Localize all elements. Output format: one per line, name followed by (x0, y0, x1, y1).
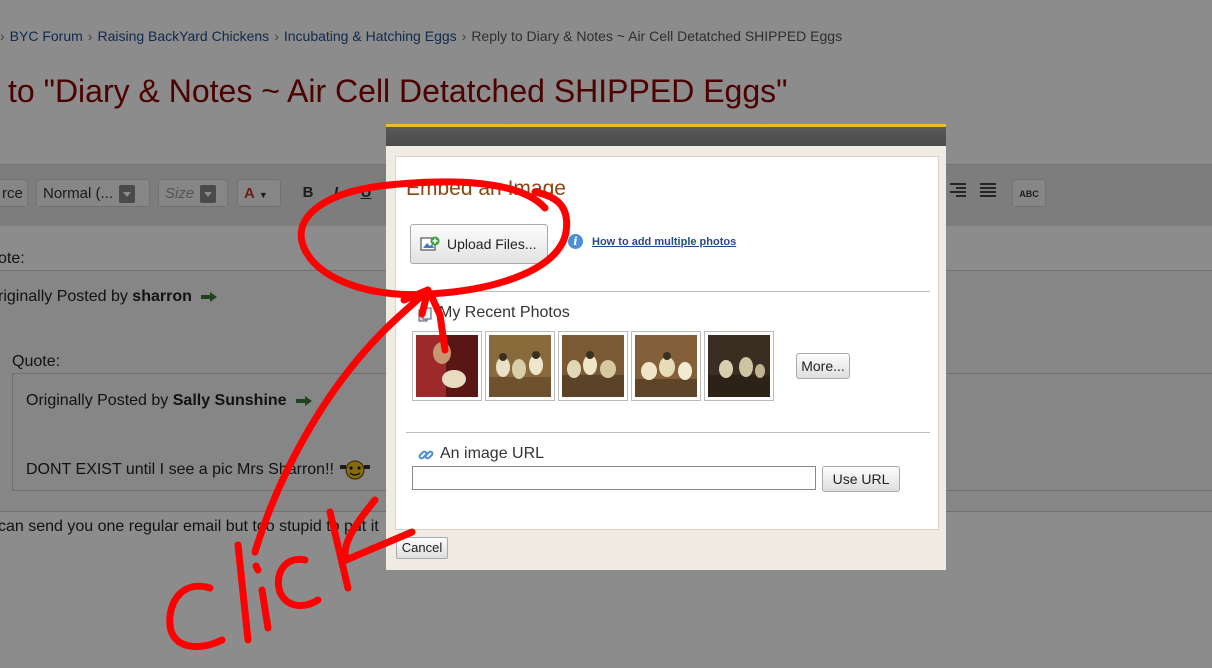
recent-photos-title: My Recent Photos (439, 304, 570, 321)
recent-photo-thumbnail[interactable] (558, 331, 628, 401)
upload-image-icon (420, 236, 440, 251)
how-to-add-multiple-photos-link[interactable]: How to add multiple photos (592, 236, 736, 248)
image-url-input[interactable] (412, 466, 816, 490)
photo-image (416, 335, 478, 397)
photo-image (635, 335, 697, 397)
upload-files-label: Upload Files... (447, 236, 537, 252)
image-url-title: An image URL (440, 445, 545, 462)
divider (406, 291, 930, 292)
recent-photo-thumbnail[interactable] (412, 331, 482, 401)
photos-icon (418, 307, 432, 322)
photo-image (489, 335, 551, 397)
upload-files-button[interactable]: Upload Files... (410, 224, 548, 264)
dialog-header-bar (386, 124, 946, 146)
recent-photo-thumbnail[interactable] (485, 331, 555, 401)
recent-photo-thumbnail[interactable] (704, 331, 774, 401)
divider (406, 432, 930, 433)
dialog-body: Embed an Image Upload Files... i How to … (395, 156, 939, 530)
more-photos-button[interactable]: More... (796, 353, 850, 379)
recent-photo-thumbnail[interactable] (631, 331, 701, 401)
info-icon: i (568, 234, 583, 249)
cancel-button[interactable]: Cancel (396, 537, 448, 559)
photo-image (708, 335, 770, 397)
embed-image-dialog: Embed an Image Upload Files... i How to … (386, 124, 946, 570)
dialog-title: Embed an Image (406, 177, 566, 200)
link-icon (418, 450, 434, 460)
page: › BYC Forum › Raising BackYard Chickens › Inc… (0, 0, 1212, 668)
photo-image (562, 335, 624, 397)
use-url-button[interactable]: Use URL (822, 466, 900, 492)
